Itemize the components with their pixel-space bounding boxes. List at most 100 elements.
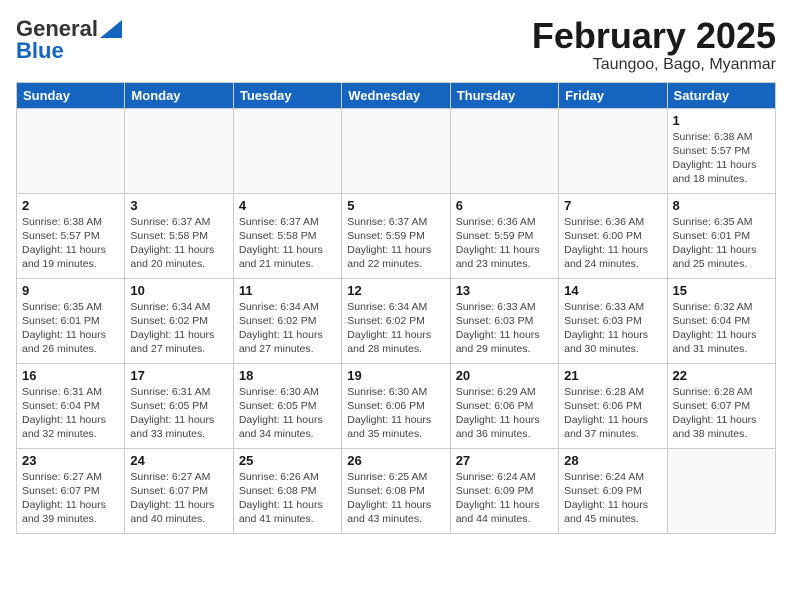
day-cell: 9 Sunrise: 6:35 AM Sunset: 6:01 PM Daylig…	[17, 278, 125, 363]
calendar: SundayMondayTuesdayWednesdayThursdayFrid…	[16, 82, 776, 534]
day-info: Sunrise: 6:38 AM Sunset: 5:57 PM Dayligh…	[22, 215, 119, 272]
day-number: 19	[347, 368, 444, 383]
day-cell: 10 Sunrise: 6:34 AM Sunset: 6:02 PM Dayli…	[125, 278, 233, 363]
day-number: 1	[673, 113, 770, 128]
day-number: 18	[239, 368, 336, 383]
day-number: 25	[239, 453, 336, 468]
day-cell: 28 Sunrise: 6:24 AM Sunset: 6:09 PM Dayli…	[559, 448, 667, 533]
day-info: Sunrise: 6:30 AM Sunset: 6:05 PM Dayligh…	[239, 385, 336, 442]
day-cell: 4 Sunrise: 6:37 AM Sunset: 5:58 PM Daylig…	[233, 193, 341, 278]
day-cell	[667, 448, 775, 533]
day-number: 12	[347, 283, 444, 298]
day-cell: 12 Sunrise: 6:34 AM Sunset: 6:02 PM Dayli…	[342, 278, 450, 363]
day-cell: 14 Sunrise: 6:33 AM Sunset: 6:03 PM Dayli…	[559, 278, 667, 363]
day-cell: 5 Sunrise: 6:37 AM Sunset: 5:59 PM Daylig…	[342, 193, 450, 278]
week-row-4: 23 Sunrise: 6:27 AM Sunset: 6:07 PM Dayli…	[17, 448, 776, 533]
day-cell: 26Sunrise: 6:25 AM Sunset: 6:08 PM Dayli…	[342, 448, 450, 533]
day-number: 13	[456, 283, 553, 298]
day-number: 28	[564, 453, 661, 468]
day-info: Sunrise: 6:24 AM Sunset: 6:09 PM Dayligh…	[564, 470, 661, 527]
day-cell: 7 Sunrise: 6:36 AM Sunset: 6:00 PM Daylig…	[559, 193, 667, 278]
day-cell: 13 Sunrise: 6:33 AM Sunset: 6:03 PM Dayli…	[450, 278, 558, 363]
day-number: 7	[564, 198, 661, 213]
day-info: Sunrise: 6:37 AM Sunset: 5:58 PM Dayligh…	[239, 215, 336, 272]
header-friday: Friday	[559, 82, 667, 108]
day-cell	[125, 108, 233, 193]
day-number: 20	[456, 368, 553, 383]
month-title: February 2025	[532, 16, 776, 56]
day-info: Sunrise: 6:35 AM Sunset: 6:01 PM Dayligh…	[22, 300, 119, 357]
day-info: Sunrise: 6:35 AM Sunset: 6:01 PM Dayligh…	[673, 215, 770, 272]
day-cell: 19 Sunrise: 6:30 AM Sunset: 6:06 PM Dayli…	[342, 363, 450, 448]
day-info: Sunrise: 6:36 AM Sunset: 6:00 PM Dayligh…	[564, 215, 661, 272]
header-sunday: Sunday	[17, 82, 125, 108]
day-cell: 2 Sunrise: 6:38 AM Sunset: 5:57 PM Daylig…	[17, 193, 125, 278]
title-section: February 2025 Taungoo, Bago, Myanmar	[532, 16, 776, 74]
day-number: 21	[564, 368, 661, 383]
day-number: 5	[347, 198, 444, 213]
day-cell: 17 Sunrise: 6:31 AM Sunset: 6:05 PM Dayli…	[125, 363, 233, 448]
day-info: Sunrise: 6:31 AM Sunset: 6:04 PM Dayligh…	[22, 385, 119, 442]
day-info: Sunrise: 6:36 AM Sunset: 5:59 PM Dayligh…	[456, 215, 553, 272]
day-number: 9	[22, 283, 119, 298]
day-cell: 11 Sunrise: 6:34 AM Sunset: 6:02 PM Dayli…	[233, 278, 341, 363]
day-number: 3	[130, 198, 227, 213]
header-monday: Monday	[125, 82, 233, 108]
day-number: 11	[239, 283, 336, 298]
day-cell: 3 Sunrise: 6:37 AM Sunset: 5:58 PM Daylig…	[125, 193, 233, 278]
day-info: Sunrise: 6:27 AM Sunset: 6:07 PM Dayligh…	[22, 470, 119, 527]
header: General Blue February 2025 Taungoo, Bago…	[16, 16, 776, 74]
day-number: 4	[239, 198, 336, 213]
location-title: Taungoo, Bago, Myanmar	[532, 56, 776, 74]
header-tuesday: Tuesday	[233, 82, 341, 108]
day-number: 23	[22, 453, 119, 468]
day-number: 14	[564, 283, 661, 298]
day-cell: 1 Sunrise: 6:38 AM Sunset: 5:57 PM Daylig…	[667, 108, 775, 193]
day-cell	[559, 108, 667, 193]
day-info: Sunrise: 6:34 AM Sunset: 6:02 PM Dayligh…	[347, 300, 444, 357]
day-cell: 8 Sunrise: 6:35 AM Sunset: 6:01 PM Daylig…	[667, 193, 775, 278]
header-row: SundayMondayTuesdayWednesdayThursdayFrid…	[17, 82, 776, 108]
day-number: 8	[673, 198, 770, 213]
logo-blue: Blue	[16, 38, 64, 64]
header-wednesday: Wednesday	[342, 82, 450, 108]
week-row-1: 2 Sunrise: 6:38 AM Sunset: 5:57 PM Daylig…	[17, 193, 776, 278]
day-number: 16	[22, 368, 119, 383]
day-info: Sunrise: 6:37 AM Sunset: 5:58 PM Dayligh…	[130, 215, 227, 272]
day-cell: 22Sunrise: 6:28 AM Sunset: 6:07 PM Dayli…	[667, 363, 775, 448]
day-info: Sunrise: 6:26 AM Sunset: 6:08 PM Dayligh…	[239, 470, 336, 527]
day-cell: 16 Sunrise: 6:31 AM Sunset: 6:04 PM Dayli…	[17, 363, 125, 448]
day-info: Sunrise: 6:27 AM Sunset: 6:07 PM Dayligh…	[130, 470, 227, 527]
week-row-0: 1 Sunrise: 6:38 AM Sunset: 5:57 PM Daylig…	[17, 108, 776, 193]
day-number: 2	[22, 198, 119, 213]
week-row-3: 16 Sunrise: 6:31 AM Sunset: 6:04 PM Dayli…	[17, 363, 776, 448]
day-info: Sunrise: 6:33 AM Sunset: 6:03 PM Dayligh…	[456, 300, 553, 357]
day-number: 27	[456, 453, 553, 468]
week-row-2: 9 Sunrise: 6:35 AM Sunset: 6:01 PM Daylig…	[17, 278, 776, 363]
day-cell	[17, 108, 125, 193]
day-number: 22	[673, 368, 770, 383]
day-info: Sunrise: 6:38 AM Sunset: 5:57 PM Dayligh…	[673, 130, 770, 187]
day-info: Sunrise: 6:31 AM Sunset: 6:05 PM Dayligh…	[130, 385, 227, 442]
day-number: 6	[456, 198, 553, 213]
day-cell: 20Sunrise: 6:29 AM Sunset: 6:06 PM Dayli…	[450, 363, 558, 448]
day-cell: 6 Sunrise: 6:36 AM Sunset: 5:59 PM Daylig…	[450, 193, 558, 278]
day-info: Sunrise: 6:30 AM Sunset: 6:06 PM Dayligh…	[347, 385, 444, 442]
day-cell: 24Sunrise: 6:27 AM Sunset: 6:07 PM Dayli…	[125, 448, 233, 533]
day-info: Sunrise: 6:33 AM Sunset: 6:03 PM Dayligh…	[564, 300, 661, 357]
day-number: 10	[130, 283, 227, 298]
day-number: 17	[130, 368, 227, 383]
day-info: Sunrise: 6:34 AM Sunset: 6:02 PM Dayligh…	[130, 300, 227, 357]
day-cell: 23 Sunrise: 6:27 AM Sunset: 6:07 PM Dayli…	[17, 448, 125, 533]
logo-icon	[100, 20, 122, 38]
day-info: Sunrise: 6:37 AM Sunset: 5:59 PM Dayligh…	[347, 215, 444, 272]
header-thursday: Thursday	[450, 82, 558, 108]
logo: General Blue	[16, 16, 122, 64]
day-info: Sunrise: 6:28 AM Sunset: 6:06 PM Dayligh…	[564, 385, 661, 442]
day-info: Sunrise: 6:34 AM Sunset: 6:02 PM Dayligh…	[239, 300, 336, 357]
day-number: 26	[347, 453, 444, 468]
day-cell: 15Sunrise: 6:32 AM Sunset: 6:04 PM Dayli…	[667, 278, 775, 363]
day-cell	[450, 108, 558, 193]
day-cell	[233, 108, 341, 193]
day-info: Sunrise: 6:32 AM Sunset: 6:04 PM Dayligh…	[673, 300, 770, 357]
